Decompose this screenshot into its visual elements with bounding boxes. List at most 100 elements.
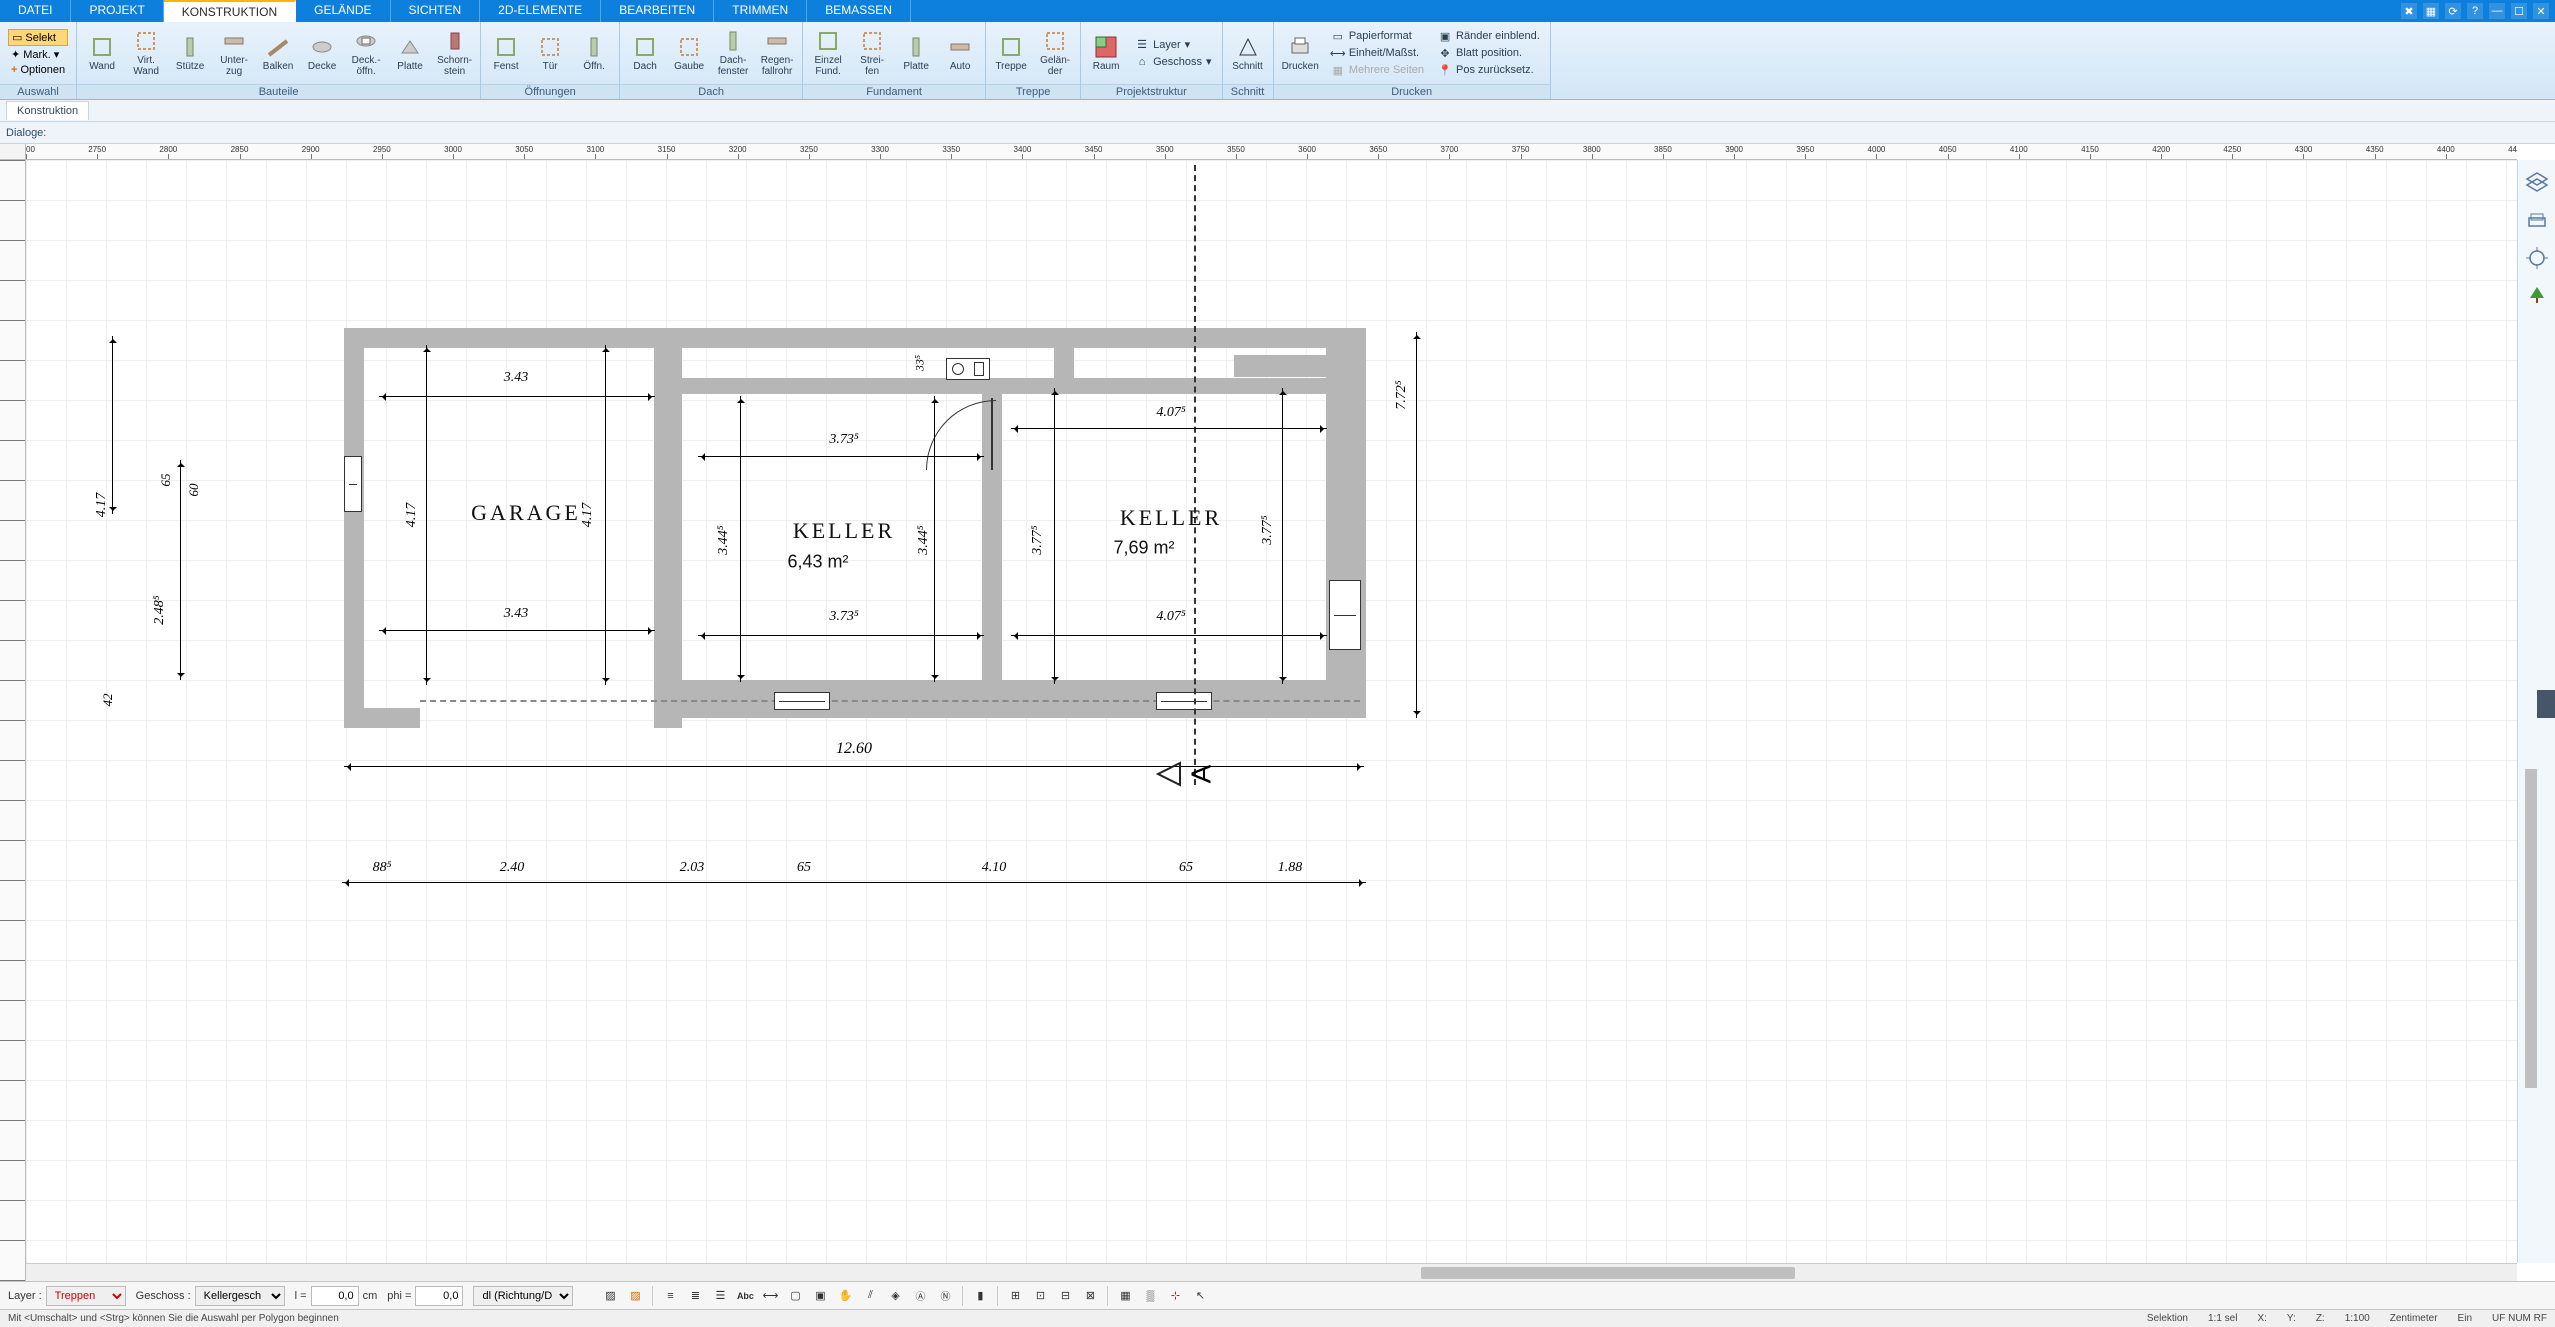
snap1-icon[interactable]: ⊞ bbox=[1004, 1285, 1026, 1307]
linew1-icon[interactable]: ≡ bbox=[659, 1285, 681, 1307]
gaube-button[interactable]: Gaube bbox=[668, 24, 710, 82]
balken-button[interactable]: Balken bbox=[257, 24, 299, 82]
horizontal-scrollbar[interactable] bbox=[26, 1263, 2517, 1281]
parallel-icon[interactable]: ⫽ bbox=[859, 1285, 881, 1307]
tree-icon[interactable] bbox=[2525, 284, 2549, 308]
hatch1-icon[interactable]: ▨ bbox=[599, 1285, 621, 1307]
menu-tab-trimmen[interactable]: TRIMMEN bbox=[714, 0, 807, 22]
raender-button[interactable]: ▣Ränder einblend. bbox=[1436, 28, 1542, 44]
help-icon[interactable]: ? bbox=[2467, 3, 2483, 19]
window-symbol[interactable] bbox=[344, 456, 362, 512]
fenst-button[interactable]: Fenst bbox=[485, 24, 527, 82]
schnitt-button[interactable]: Schnitt bbox=[1227, 24, 1269, 82]
t-r-button[interactable]: Tür bbox=[529, 24, 571, 82]
unter-zug-button[interactable]: Unter- zug bbox=[213, 24, 255, 82]
layers-icon[interactable] bbox=[2525, 170, 2549, 194]
drucken-button[interactable]: Drucken bbox=[1278, 24, 1323, 82]
pos-reset-button[interactable]: 📍Pos zurücksetz. bbox=[1436, 62, 1542, 78]
frame-icon[interactable]: ▢ bbox=[784, 1285, 806, 1307]
window-symbol[interactable] bbox=[774, 692, 830, 710]
side-panel-handle[interactable] bbox=[2537, 690, 2555, 718]
deck-ffn--button[interactable]: Deck.- öffn. bbox=[345, 24, 387, 82]
menu-tab-bearbeiten[interactable]: BEARBEITEN bbox=[601, 0, 714, 22]
menu-tab-gelände[interactable]: GELÄNDE bbox=[296, 0, 390, 22]
diamond-icon[interactable]: ◈ bbox=[884, 1285, 906, 1307]
furniture-icon[interactable] bbox=[2525, 208, 2549, 232]
menu-tab-projekt[interactable]: PROJEKT bbox=[71, 0, 163, 22]
linew3-icon[interactable]: ☰ bbox=[709, 1285, 731, 1307]
papierformat-button[interactable]: ▭Papierformat bbox=[1329, 28, 1426, 44]
tool-icon[interactable]: ▦ bbox=[2423, 3, 2439, 19]
abc-icon[interactable]: Abc bbox=[734, 1285, 756, 1307]
einheit-button[interactable]: ⟷Einheit/Maßst. bbox=[1329, 45, 1426, 61]
treppe-button[interactable]: Treppe bbox=[990, 24, 1032, 82]
dach-button[interactable]: Dach bbox=[624, 24, 666, 82]
geschoss-select[interactable]: Kellergesch bbox=[195, 1286, 285, 1306]
layer-selector: Layer : Treppen bbox=[8, 1286, 126, 1306]
menu-tab-sichten[interactable]: SICHTEN bbox=[391, 0, 481, 22]
a-marker-icon[interactable]: Ⓐ bbox=[909, 1285, 931, 1307]
virt-wand-button[interactable]: Virt. Wand bbox=[125, 24, 167, 82]
menu-tab-konstruktion[interactable]: KONSTRUKTION bbox=[164, 0, 296, 22]
gel-n-der-button[interactable]: Gelän- der bbox=[1034, 24, 1076, 82]
platte-button[interactable]: Platte bbox=[389, 24, 431, 82]
room-area: 7,69 m² bbox=[1113, 538, 1174, 559]
layer-dropdown[interactable]: ☰Layer ▾ bbox=[1133, 37, 1213, 53]
tool-icon[interactable]: ✖ bbox=[2401, 3, 2417, 19]
grid-icon[interactable]: ▒ bbox=[1139, 1285, 1161, 1307]
konstruktion-tab[interactable]: Konstruktion bbox=[6, 101, 89, 120]
phi-input[interactable] bbox=[415, 1286, 463, 1306]
dim-icon[interactable]: ⟷ bbox=[759, 1285, 781, 1307]
horizontal-ruler[interactable]: 2700275028002850290029503000305031003150… bbox=[26, 144, 2517, 160]
minimize-icon[interactable]: — bbox=[2489, 3, 2505, 19]
hatch2-icon[interactable]: ▨ bbox=[624, 1285, 646, 1307]
section-line[interactable] bbox=[1194, 165, 1196, 785]
mark-dropdown[interactable]: ✦Mark. ▾ bbox=[8, 47, 68, 62]
platte-button[interactable]: Platte bbox=[895, 24, 937, 82]
layer-select[interactable]: Treppen bbox=[46, 1286, 126, 1306]
tool-icon[interactable]: ⟳ bbox=[2445, 3, 2461, 19]
strei-fen-button[interactable]: Strei- fen bbox=[851, 24, 893, 82]
target-icon[interactable] bbox=[2525, 246, 2549, 270]
regen-fallrohr-button[interactable]: Regen- fallrohr bbox=[756, 24, 798, 82]
drawing-canvas[interactable]: GARAGE KELLER 6,43 m² KELLER 7,69 m² 3.4… bbox=[26, 160, 2517, 1263]
-ffn--button[interactable]: Öffn. bbox=[573, 24, 615, 82]
schorn-stein-button[interactable]: Schorn- stein bbox=[433, 24, 476, 82]
linew2-icon[interactable]: ≣ bbox=[684, 1285, 706, 1307]
vertical-scrollbar-thumb[interactable] bbox=[2525, 769, 2537, 1087]
bar-icon[interactable]: ▮ bbox=[969, 1285, 991, 1307]
hand-icon[interactable]: ✋ bbox=[834, 1285, 856, 1307]
window-symbol[interactable] bbox=[1156, 692, 1212, 710]
block-icon[interactable]: ▦ bbox=[1114, 1285, 1136, 1307]
decke-button[interactable]: Decke bbox=[301, 24, 343, 82]
snap3-icon[interactable]: ⊟ bbox=[1054, 1285, 1076, 1307]
ortho-icon[interactable]: ⊹ bbox=[1164, 1285, 1186, 1307]
raum-button[interactable]: Raum bbox=[1085, 24, 1127, 82]
menu-tab-bemassen[interactable]: BEMASSEN bbox=[807, 0, 911, 22]
wand-button[interactable]: Wand bbox=[81, 24, 123, 82]
snap-icon[interactable]: ▣ bbox=[809, 1285, 831, 1307]
status-z: Z: bbox=[2316, 1313, 2325, 1324]
vertical-ruler[interactable] bbox=[0, 160, 26, 1281]
snap2-icon[interactable]: ⊡ bbox=[1029, 1285, 1051, 1307]
blatt-position-button[interactable]: ✥Blatt position. bbox=[1436, 45, 1542, 61]
menu-tab-datei[interactable]: DATEI bbox=[0, 0, 71, 22]
room-label: GARAGE bbox=[471, 500, 581, 526]
optionen-button[interactable]: +Optionen bbox=[8, 63, 68, 77]
selekt-button[interactable]: ▭Selekt bbox=[8, 29, 68, 46]
length-input[interactable] bbox=[311, 1286, 359, 1306]
mehrere-seiten-button[interactable]: ▦Mehrere Seiten bbox=[1329, 62, 1426, 78]
geschoss-dropdown[interactable]: ⌂Geschoss ▾ bbox=[1133, 54, 1213, 70]
auto-button[interactable]: Auto bbox=[939, 24, 981, 82]
close-icon[interactable]: ✕ bbox=[2533, 3, 2549, 19]
window-symbol[interactable] bbox=[1329, 580, 1361, 650]
st-tze-button[interactable]: Stütze bbox=[169, 24, 211, 82]
menu-tab-2d-elemente[interactable]: 2D-ELEMENTE bbox=[480, 0, 601, 22]
dach-fenster-button[interactable]: Dach- fenster bbox=[712, 24, 754, 82]
maximize-icon[interactable]: ☐ bbox=[2511, 3, 2527, 19]
snap4-icon[interactable]: ⊠ bbox=[1079, 1285, 1101, 1307]
n-marker-icon[interactable]: Ⓝ bbox=[934, 1285, 956, 1307]
einzel-fund--button[interactable]: Einzel Fund. bbox=[807, 24, 849, 82]
dl-select[interactable]: dl (Richtung/Di bbox=[473, 1286, 573, 1306]
cursor-icon[interactable]: ↖ bbox=[1189, 1285, 1211, 1307]
